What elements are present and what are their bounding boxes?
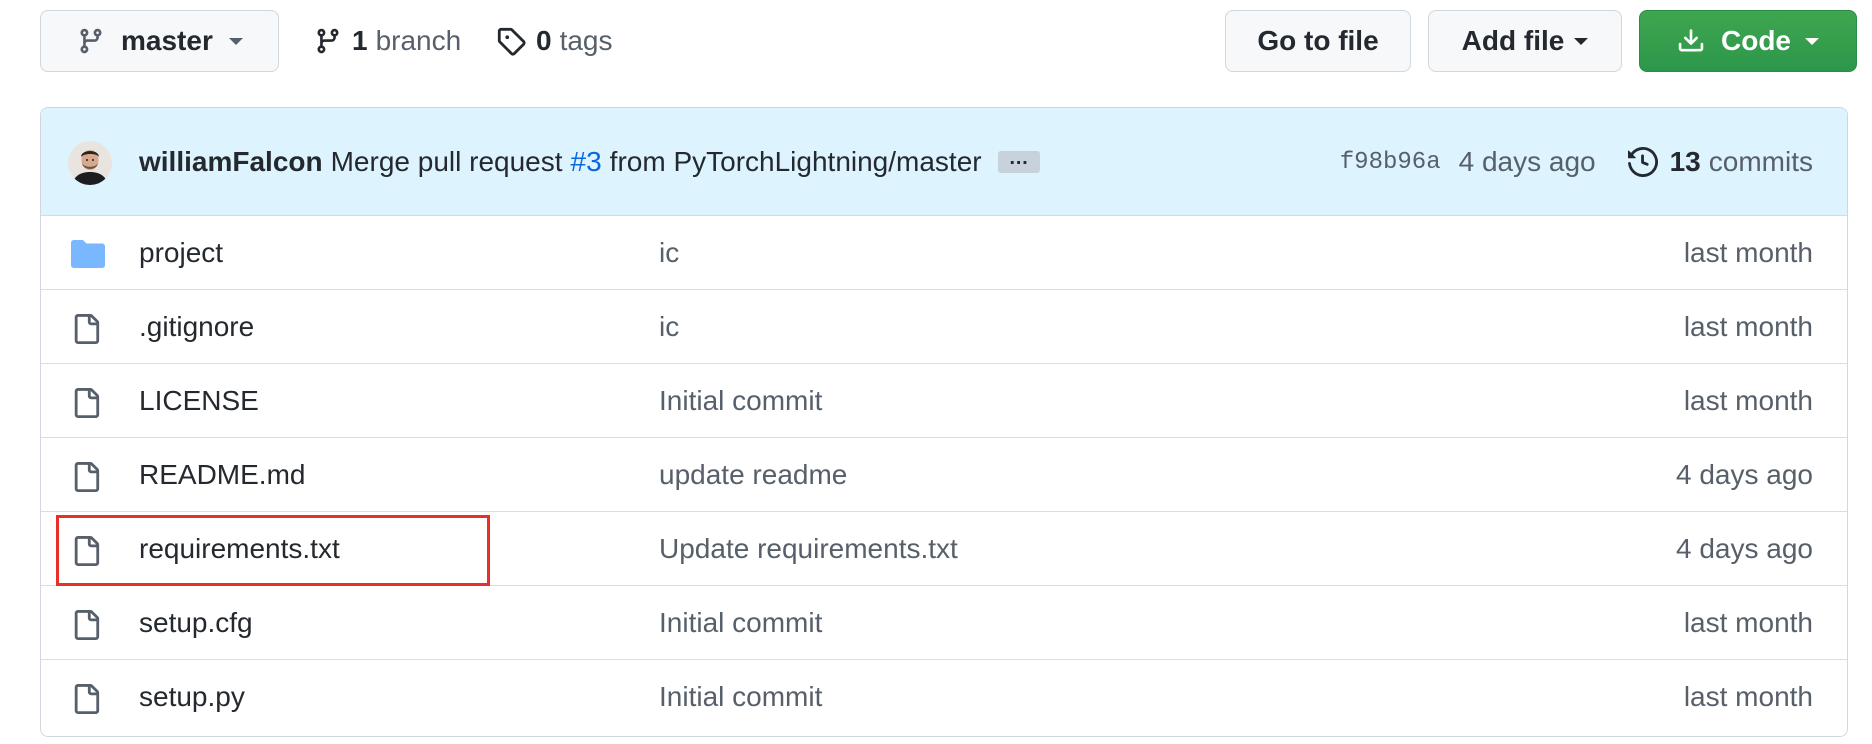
commits-history-link[interactable]: 13 commits [1627,146,1813,178]
file-row-license[interactable]: LICENSE Initial commit last month [41,363,1847,437]
folder-icon [71,240,105,268]
file-name-link[interactable]: project [139,216,223,289]
file-name-link[interactable]: setup.cfg [139,586,253,659]
file-icon [71,388,101,418]
file-commit-message-link[interactable]: update readme [659,438,847,511]
file-commit-age: 4 days ago [1676,532,1813,564]
latest-commit-bar: williamFalcon Merge pull request #3 from… [41,108,1847,216]
file-commit-age: 4 days ago [1676,458,1813,490]
file-name-link[interactable]: .gitignore [139,290,254,363]
file-name-link[interactable]: README.md [139,438,305,511]
chevron-down-icon [1805,37,1819,45]
file-row-gitignore[interactable]: .gitignore ic last month [41,289,1847,363]
file-commit-message-link[interactable]: Initial commit [659,660,822,733]
commit-sha-link[interactable]: f98b96a [1340,149,1441,176]
commit-message-prefix[interactable]: Merge pull request [331,146,563,178]
branch-select-label: master [121,25,213,56]
file-commit-age: last month [1683,236,1813,268]
file-icon [71,684,101,714]
commit-message-suffix[interactable]: from PyTorchLightning/master [610,146,982,178]
branch-select-button[interactable]: master [40,10,279,72]
tags-link[interactable]: 0 tags [496,10,613,72]
tag-label: tags [559,25,613,56]
download-icon [1677,27,1705,55]
file-commit-message-link[interactable]: Initial commit [659,586,822,659]
file-icon [71,314,101,344]
file-commit-age: last month [1683,310,1813,342]
file-list: project ic last month .gitignore ic last… [41,216,1847,733]
pull-request-link[interactable]: #3 [571,146,602,178]
tag-icon [496,26,526,56]
file-commit-message-link[interactable]: Update requirements.txt [659,512,958,585]
file-row-requirements[interactable]: requirements.txt Update requirements.txt… [41,511,1847,585]
branches-link[interactable]: 1 branch [314,10,461,72]
commit-meta: f98b96a 4 days ago 13 commits [1340,108,1813,216]
add-file-button[interactable]: Add file [1428,10,1622,72]
chevron-down-icon [1574,37,1589,45]
branch-label: branch [375,25,462,56]
file-browser: williamFalcon Merge pull request #3 from… [40,107,1848,737]
git-branch-icon [314,26,342,56]
file-icon [71,536,101,566]
file-row-setup-py[interactable]: setup.py Initial commit last month [41,659,1847,733]
file-commit-message-link[interactable]: Initial commit [659,364,822,437]
file-commit-age: last month [1683,680,1813,712]
expand-commit-message-button[interactable]: … [997,148,1040,173]
file-row-readme[interactable]: README.md update readme 4 days ago [41,437,1847,511]
file-commit-message-link[interactable]: ic [659,216,679,289]
file-commit-age: last month [1683,384,1813,416]
commit-age: 4 days ago [1458,146,1596,177]
file-row-project[interactable]: project ic last month [41,216,1847,289]
file-icon [71,462,101,492]
chevron-down-icon [228,37,243,45]
go-to-file-label: Go to file [1257,25,1379,56]
go-to-file-button[interactable]: Go to file [1225,10,1411,72]
commit-author-link[interactable]: williamFalcon [139,146,323,178]
avatar[interactable] [68,141,112,185]
history-icon [1627,147,1658,177]
add-file-label: Add file [1461,25,1565,56]
commits-label: commits [1708,146,1813,177]
repo-toolbar: master 1 branch 0 tags Go to file Add fi… [0,0,1872,90]
commit-message: williamFalcon Merge pull request #3 from… [139,108,1040,216]
code-button-label: Code [1721,25,1791,56]
commits-count: 13 [1669,146,1701,177]
file-commit-message-link[interactable]: ic [659,290,679,363]
file-name-link[interactable]: requirements.txt [139,512,340,585]
git-branch-icon [77,26,105,56]
file-commit-age: last month [1683,606,1813,638]
code-button[interactable]: Code [1639,10,1857,72]
file-icon [71,610,101,640]
file-name-link[interactable]: setup.py [139,660,245,733]
branch-count: 1 [352,25,368,56]
file-row-setup-cfg[interactable]: setup.cfg Initial commit last month [41,585,1847,659]
tag-count: 0 [536,25,552,56]
file-name-link[interactable]: LICENSE [139,364,259,437]
